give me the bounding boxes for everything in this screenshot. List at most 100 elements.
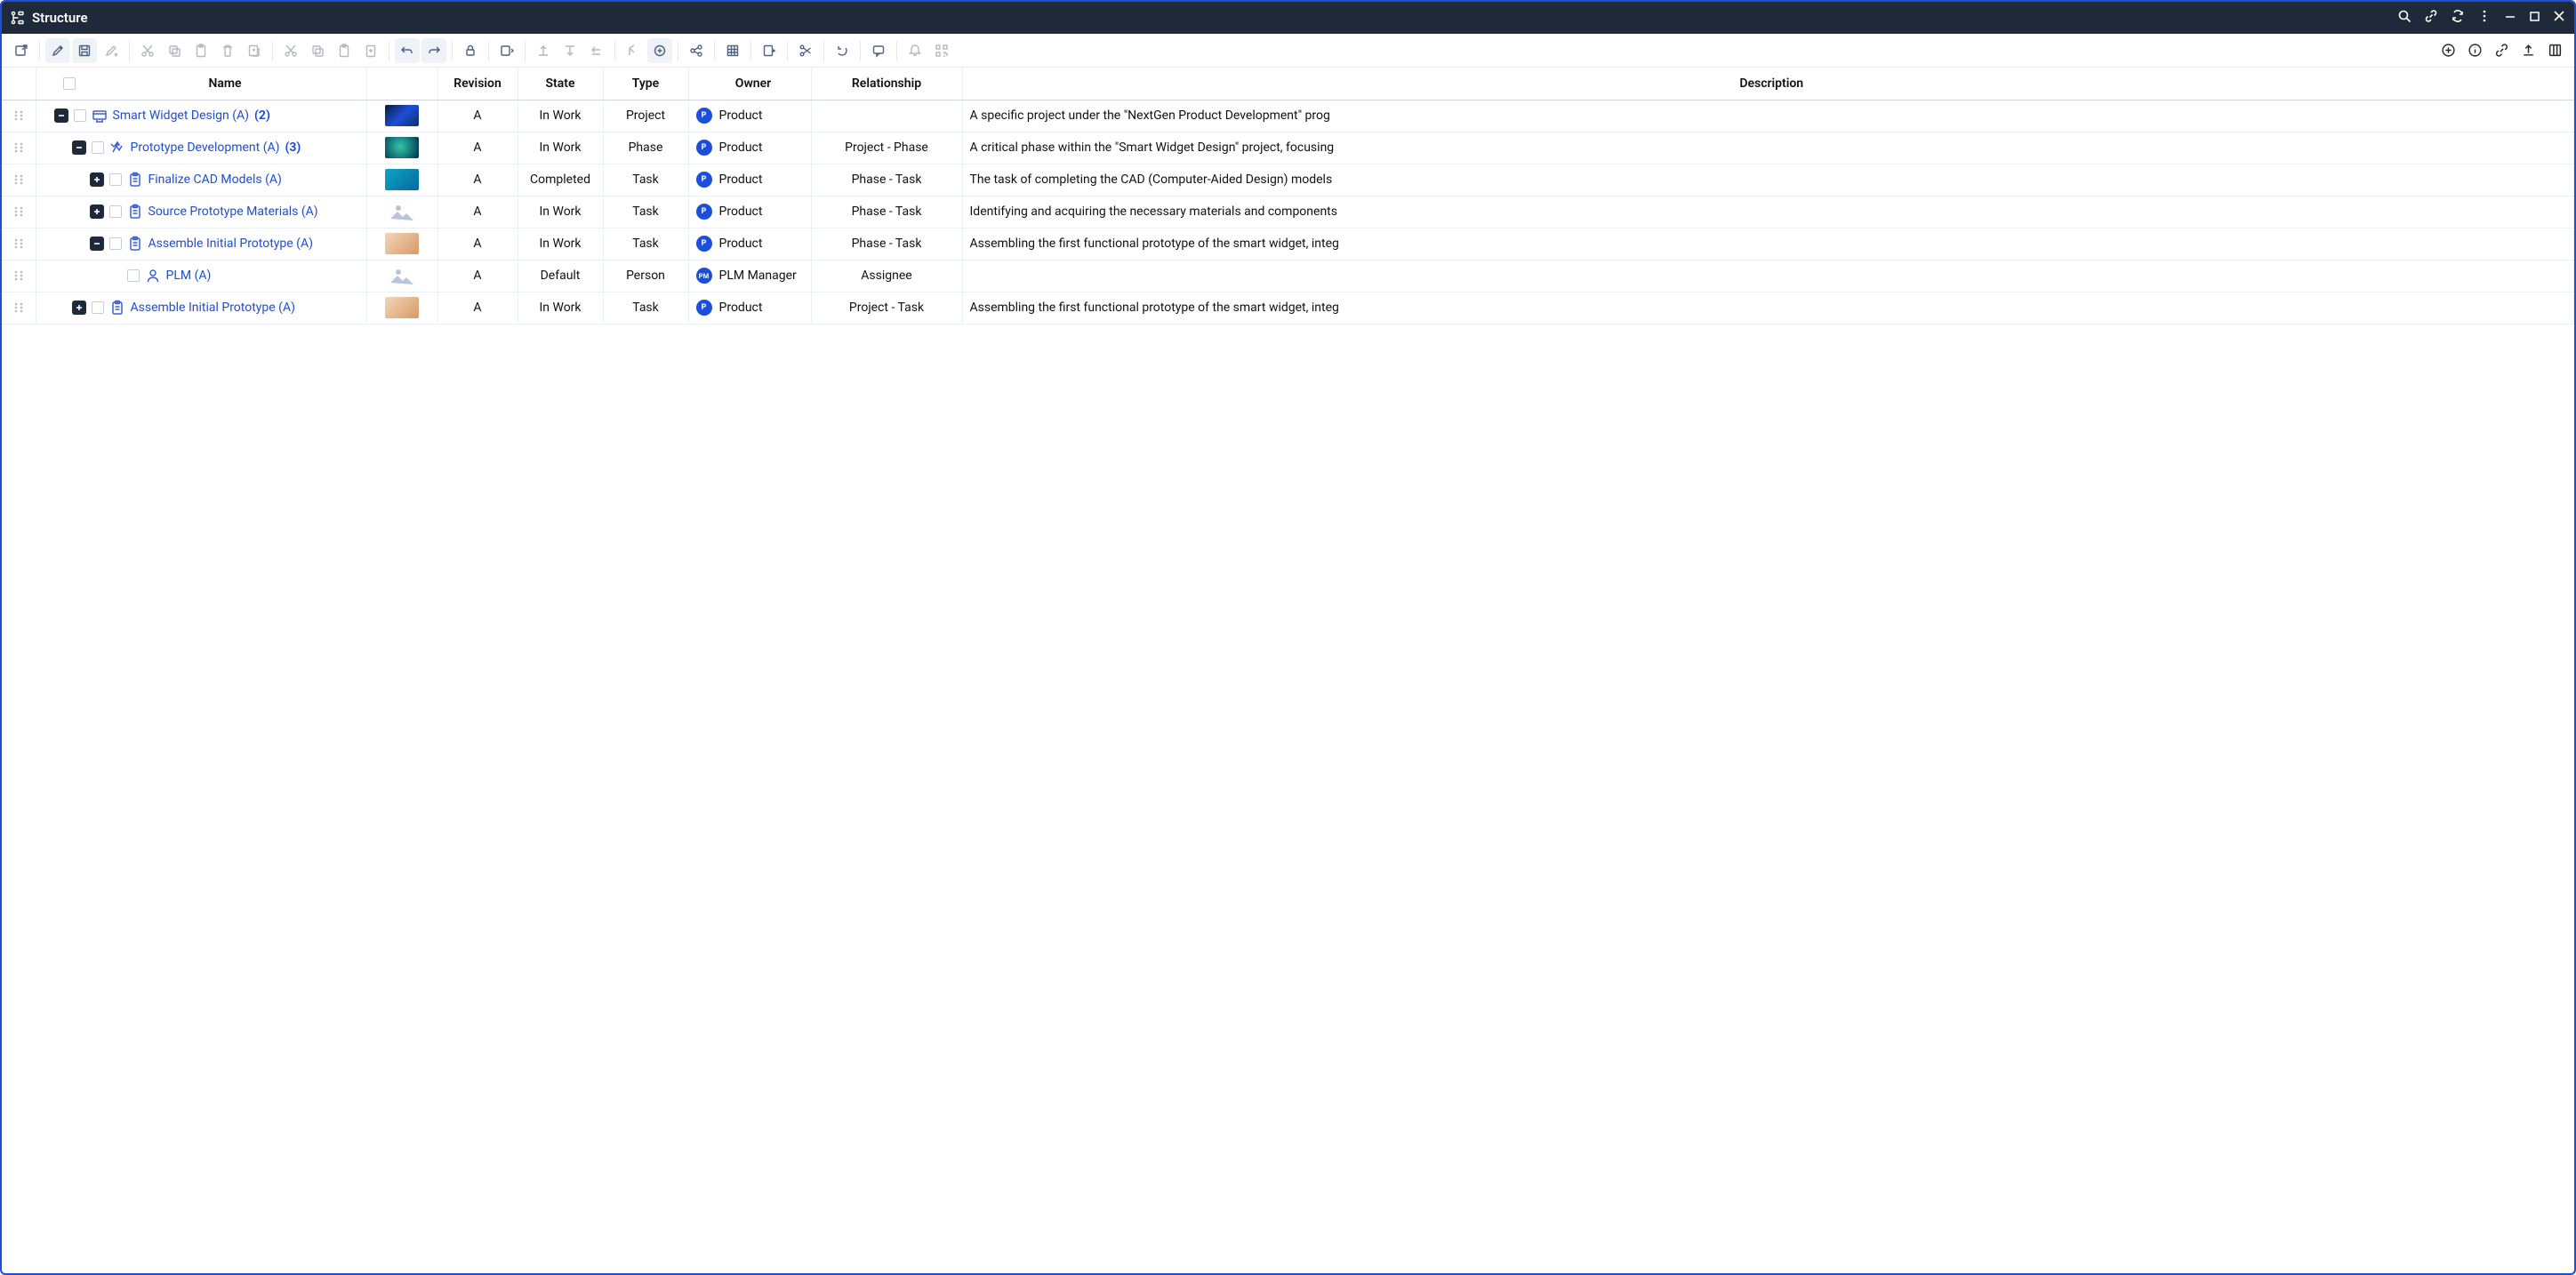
edit-button[interactable] [45,38,70,63]
col-type-header[interactable]: Type [603,68,688,100]
col-thumb-header[interactable] [366,68,437,100]
add-circle-button[interactable] [2436,38,2460,63]
table-row[interactable]: PLM (A) A Default Person PM PLM Manager … [2,260,2574,292]
thumbnail-cell [366,260,437,292]
data-grid[interactable]: Name Revision State Type Owner Relations… [2,68,2574,1273]
row-checkbox[interactable] [109,173,122,186]
share-button[interactable] [684,38,709,63]
link-icon[interactable] [2424,9,2438,27]
row-name-link[interactable]: Source Prototype Materials (A) [148,204,318,219]
thumbnail-cell [366,292,437,324]
delete-button[interactable] [215,38,240,63]
owner-name: Product [719,301,763,315]
tree-toggle[interactable] [90,237,104,251]
tree-toggle[interactable] [54,108,68,123]
col-revision-header[interactable]: Revision [437,68,518,100]
drag-handle-icon[interactable] [2,196,36,228]
popout-button[interactable] [9,38,34,63]
close-icon[interactable] [2553,10,2565,26]
copy-button[interactable] [162,38,187,63]
drag-handle-icon[interactable] [2,229,36,260]
revision-cell: A [437,164,518,196]
tree-toggle[interactable] [90,172,104,187]
revision-cell: A [437,132,518,164]
table-row[interactable]: Source Prototype Materials (A) A In Work… [2,196,2574,228]
col-description-header[interactable]: Description [962,68,2574,100]
upload-button[interactable] [2516,38,2540,63]
columns-button[interactable] [2542,38,2567,63]
tree-toggle[interactable] [72,140,86,155]
col-relationship-header[interactable]: Relationship [811,68,962,100]
owner-badge: P [696,140,712,156]
row-name-link[interactable]: PLM (A) [166,269,212,283]
more-icon[interactable] [2477,9,2492,27]
lock-button[interactable] [458,38,483,63]
table-row[interactable]: Assemble Initial Prototype (A) A In Work… [2,228,2574,260]
task-icon [127,236,143,252]
tree-toggle[interactable] [90,204,104,219]
refresh-icon[interactable] [2451,9,2465,27]
row-checkbox[interactable] [74,109,86,122]
state-change-button[interactable] [494,38,519,63]
phase-icon [109,140,125,156]
col-owner-header[interactable]: Owner [688,68,811,100]
row-name-link[interactable]: Smart Widget Design (A) [113,108,250,123]
bell-button[interactable] [903,38,927,63]
link2-button[interactable] [2489,38,2514,63]
cut2-button[interactable] [278,38,303,63]
row-name-link[interactable]: Finalize CAD Models (A) [148,172,282,187]
drag-handle-icon[interactable] [2,164,36,196]
drag-handle-icon[interactable] [2,100,36,132]
table-row[interactable]: Finalize CAD Models (A) A Completed Task… [2,164,2574,196]
structure-icon [11,11,25,25]
col-name-header[interactable]: Name [36,68,366,100]
person-icon [145,268,161,284]
paste2-button[interactable] [332,38,357,63]
col-state-header[interactable]: State [518,68,603,100]
row-checkbox[interactable] [92,301,104,314]
undo-button[interactable] [395,38,420,63]
add-round-button[interactable] [647,38,672,63]
owner-badge: P [696,108,712,124]
search-icon[interactable] [2397,9,2411,27]
tree-toggle[interactable] [72,301,86,315]
duplicate-button[interactable] [242,38,267,63]
copy2-button[interactable] [305,38,330,63]
rotate-button[interactable] [830,38,855,63]
minimize-icon[interactable] [2504,10,2516,26]
cut-button[interactable] [135,38,160,63]
relationship-cell: Phase - Task [811,228,962,260]
discard-button[interactable] [99,38,124,63]
table-row[interactable]: Smart Widget Design (A) (2) A In Work Pr… [2,100,2574,132]
grid-button[interactable] [720,38,745,63]
branch-button[interactable] [621,38,646,63]
description-cell [962,260,2574,292]
export-button[interactable] [757,38,782,63]
row-checkbox[interactable] [92,141,104,154]
select-all-checkbox[interactable] [63,77,76,90]
comment-button[interactable] [866,38,891,63]
info-button[interactable] [2462,38,2487,63]
row-name-link[interactable]: Assemble Initial Prototype (A) [131,301,295,315]
maximize-icon[interactable] [2529,10,2540,26]
row-name-link[interactable]: Prototype Development (A) [131,140,280,155]
outdent-button[interactable] [584,38,609,63]
row-name-link[interactable]: Assemble Initial Prototype (A) [148,237,313,251]
paste-special-button[interactable] [358,38,383,63]
indent-out-button[interactable] [531,38,556,63]
qr-button[interactable] [929,38,954,63]
table-row[interactable]: Assemble Initial Prototype (A) A In Work… [2,292,2574,324]
row-checkbox[interactable] [127,269,140,282]
indent-in-button[interactable] [558,38,582,63]
drag-handle-icon[interactable] [2,132,36,164]
drag-handle-icon[interactable] [2,261,36,292]
redo-button[interactable] [421,38,446,63]
table-row[interactable]: Prototype Development (A) (3) A In Work … [2,132,2574,164]
drag-handle-icon[interactable] [2,293,36,324]
row-checkbox[interactable] [109,205,122,218]
paste-button[interactable] [189,38,213,63]
save-button[interactable] [72,38,97,63]
row-checkbox[interactable] [109,237,122,250]
task-icon [127,204,143,220]
scissors2-button[interactable] [793,38,818,63]
